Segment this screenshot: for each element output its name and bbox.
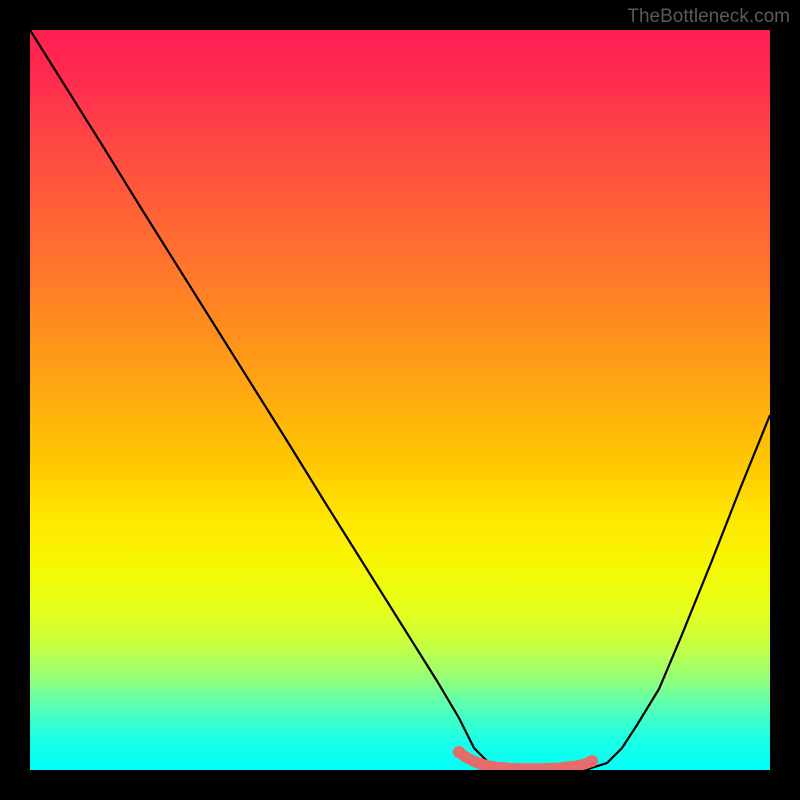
highlight-stroke bbox=[459, 752, 592, 769]
watermark-text: TheBottleneck.com bbox=[627, 6, 790, 28]
curve-line bbox=[30, 30, 770, 770]
plot-area bbox=[30, 30, 770, 770]
chart-svg bbox=[30, 30, 770, 770]
